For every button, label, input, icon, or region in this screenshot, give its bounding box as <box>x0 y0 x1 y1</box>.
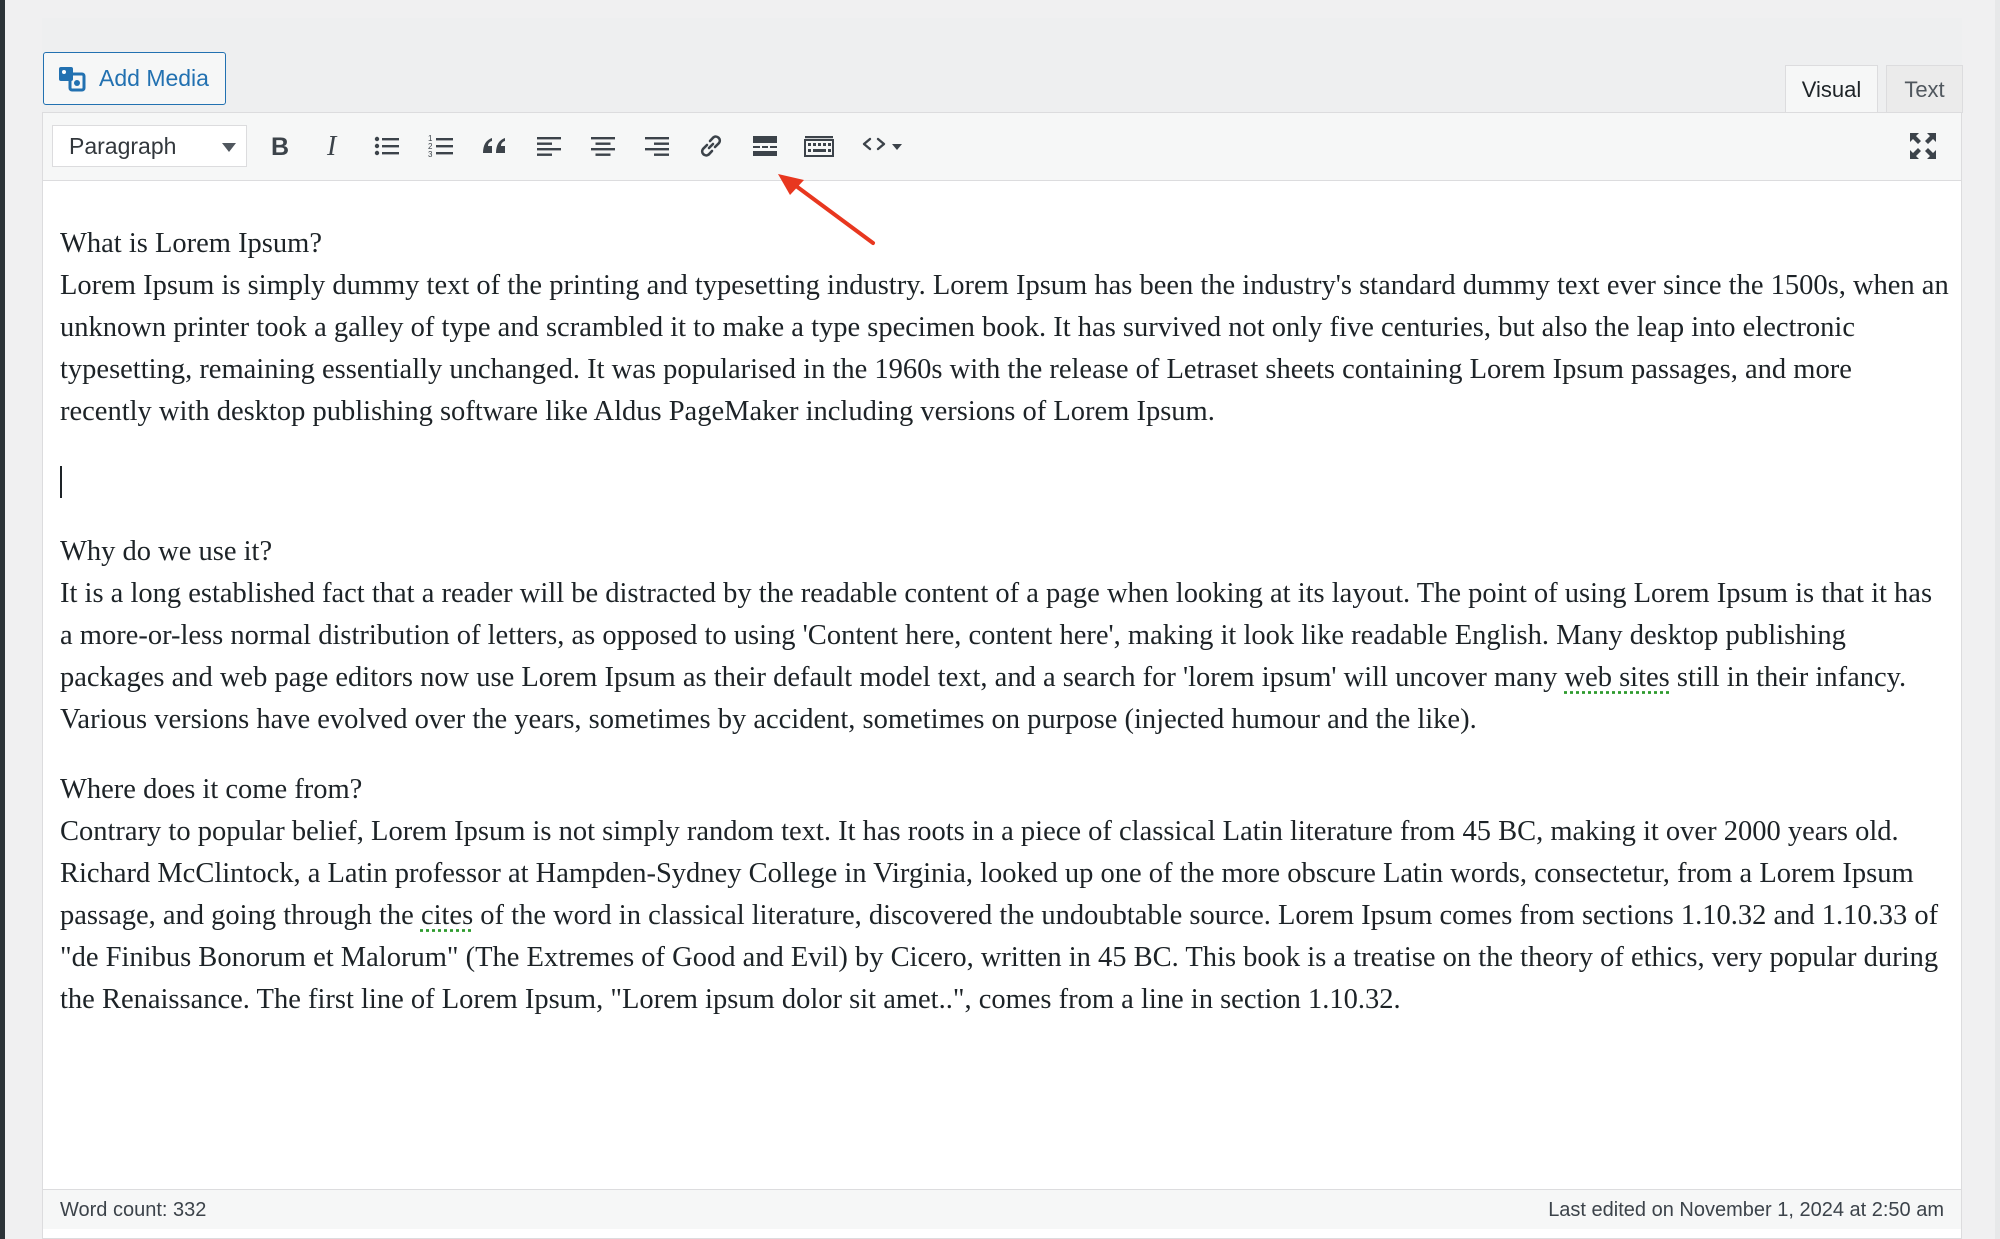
chevron-down-icon <box>222 143 236 152</box>
add-media-icon <box>59 66 86 91</box>
classic-editor: Add Media Visual Text Paragraph B I 1 2 … <box>42 18 1963 1239</box>
toolbar-toggle-icon <box>804 136 834 157</box>
spellcheck-word[interactable]: web sites <box>1564 662 1669 693</box>
word-count: Word count: 332 <box>60 1199 207 1221</box>
svg-text:B: B <box>271 133 289 161</box>
tab-visual[interactable]: Visual <box>1785 65 1878 113</box>
section-3: Where does it come from? Contrary to pop… <box>60 769 1950 1021</box>
numbered-list-button[interactable]: 1 2 3 <box>419 124 463 168</box>
media-buttons-row: Add Media Visual Text <box>42 18 1963 113</box>
svg-text:3: 3 <box>428 150 433 159</box>
section-2-heading: Why do we use it? <box>60 536 273 567</box>
fullscreen-button[interactable] <box>1901 124 1945 168</box>
editor-toolbar: Paragraph B I 1 2 3 <box>43 113 1961 181</box>
text-cursor <box>60 466 62 498</box>
code-button[interactable] <box>851 124 915 168</box>
admin-sidebar-edge <box>0 0 5 1239</box>
link-icon <box>700 135 722 157</box>
section-2: Why do we use it? It is a long establish… <box>60 531 1950 741</box>
align-center-icon <box>591 137 615 156</box>
numbered-list-icon: 1 2 3 <box>428 134 453 159</box>
fullscreen-icon <box>1910 133 1936 159</box>
bulleted-list-button[interactable] <box>365 124 409 168</box>
code-icon <box>862 137 902 151</box>
tab-text[interactable]: Text <box>1886 65 1963 113</box>
bulleted-list-icon <box>374 136 399 156</box>
italic-icon: I <box>326 131 338 161</box>
section-3-heading: Where does it come from? <box>60 774 363 805</box>
align-center-button[interactable] <box>581 124 625 168</box>
editor-area: Paragraph B I 1 2 3 What is Lorem Ipsum?… <box>42 112 1962 1239</box>
blockquote-button[interactable] <box>473 124 517 168</box>
editor-content[interactable]: What is Lorem Ipsum? Lorem Ipsum is simp… <box>60 223 1950 1049</box>
section-1-body: Lorem Ipsum is simply dummy text of the … <box>60 270 1949 427</box>
bold-icon: B <box>271 133 289 161</box>
svg-text:I: I <box>326 131 338 161</box>
align-left-button[interactable] <box>527 124 571 168</box>
add-media-button[interactable]: Add Media <box>43 52 226 105</box>
insert-link-button[interactable] <box>689 124 733 168</box>
format-select[interactable]: Paragraph <box>52 125 247 167</box>
section-1: What is Lorem Ipsum? Lorem Ipsum is simp… <box>60 223 1950 433</box>
empty-paragraph <box>60 461 1950 503</box>
bold-button[interactable]: B <box>257 124 301 168</box>
align-left-icon <box>537 137 561 156</box>
read-more-button[interactable] <box>743 124 787 168</box>
last-edited: Last edited on November 1, 2024 at 2:50 … <box>1548 1199 1944 1221</box>
align-right-icon <box>645 137 669 156</box>
spellcheck-word[interactable]: cites <box>421 900 473 931</box>
editor-status-bar: Word count: 332 Last edited on November … <box>43 1189 1961 1229</box>
annotation-arrow-icon <box>778 174 875 245</box>
align-right-button[interactable] <box>635 124 679 168</box>
format-select-value: Paragraph <box>69 132 177 159</box>
section-1-heading: What is Lorem Ipsum? <box>60 228 322 259</box>
toolbar-toggle-button[interactable] <box>797 124 841 168</box>
read-more-icon <box>753 136 777 156</box>
right-panel-edge <box>1995 0 2000 1239</box>
blockquote-icon <box>483 138 505 153</box>
add-media-label: Add Media <box>99 65 209 91</box>
italic-button[interactable]: I <box>311 124 355 168</box>
